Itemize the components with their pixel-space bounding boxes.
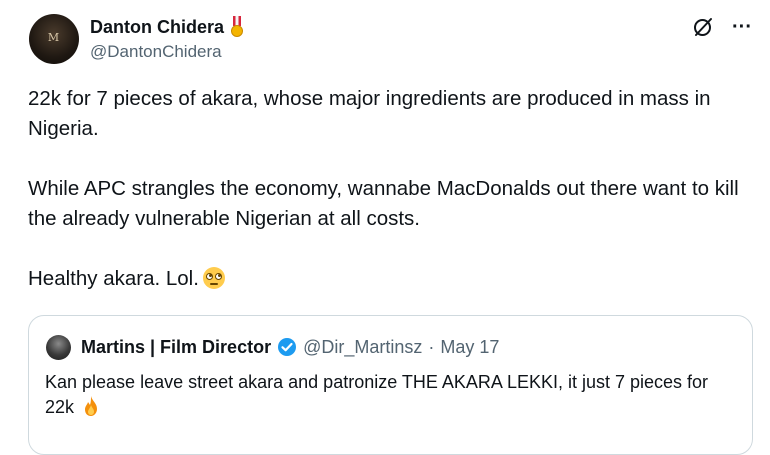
quoted-post-header: Martins | Film Director @Dir_Martinsz · … <box>46 332 499 362</box>
quoted-author-handle[interactable]: @Dir_Martinsz <box>303 337 422 358</box>
quoted-author-display-name[interactable]: Martins | Film Director <box>81 337 271 358</box>
display-name-row: Danton Chidera <box>90 14 244 40</box>
post-paragraph-2: While APC strangles the economy, wannabe… <box>28 177 739 230</box>
avatar-monogram: M <box>47 31 61 44</box>
author-handle[interactable]: @DantonChidera <box>90 42 244 62</box>
quoted-post-text-row: Kan please leave street akara and patron… <box>45 370 735 420</box>
top-actions: ··· <box>692 16 752 38</box>
author-display-name[interactable]: Danton Chidera <box>90 17 224 38</box>
verified-badge-icon <box>277 337 297 357</box>
grok-icon[interactable] <box>692 16 714 38</box>
post-paragraph-1: 22k for 7 pieces of akara, whose major i… <box>28 87 711 140</box>
author-avatar[interactable]: M <box>29 14 79 64</box>
rolling-eyes-emoji-icon <box>202 267 225 289</box>
tweet: M Danton Chidera @DantonChidera ··· 22k … <box>0 0 770 455</box>
author-block: Danton Chidera @DantonChidera <box>90 14 244 62</box>
quoted-author-avatar[interactable] <box>46 334 71 360</box>
post-text: 22k for 7 pieces of akara, whose major i… <box>28 84 758 294</box>
quoted-post[interactable]: Martins | Film Director @Dir_Martinsz · … <box>28 315 753 455</box>
quoted-separator: · <box>428 336 435 357</box>
quoted-post-date[interactable]: May 17 <box>440 337 499 358</box>
more-icon[interactable]: ··· <box>732 16 752 38</box>
fire-emoji-icon <box>81 395 101 417</box>
quoted-post-text: Kan please leave street akara and patron… <box>45 372 709 417</box>
post-paragraph-3: Healthy akara. Lol. <box>28 267 199 290</box>
post-paragraph-3-row: Healthy akara. Lol. <box>28 264 758 294</box>
medal-icon <box>230 16 244 38</box>
